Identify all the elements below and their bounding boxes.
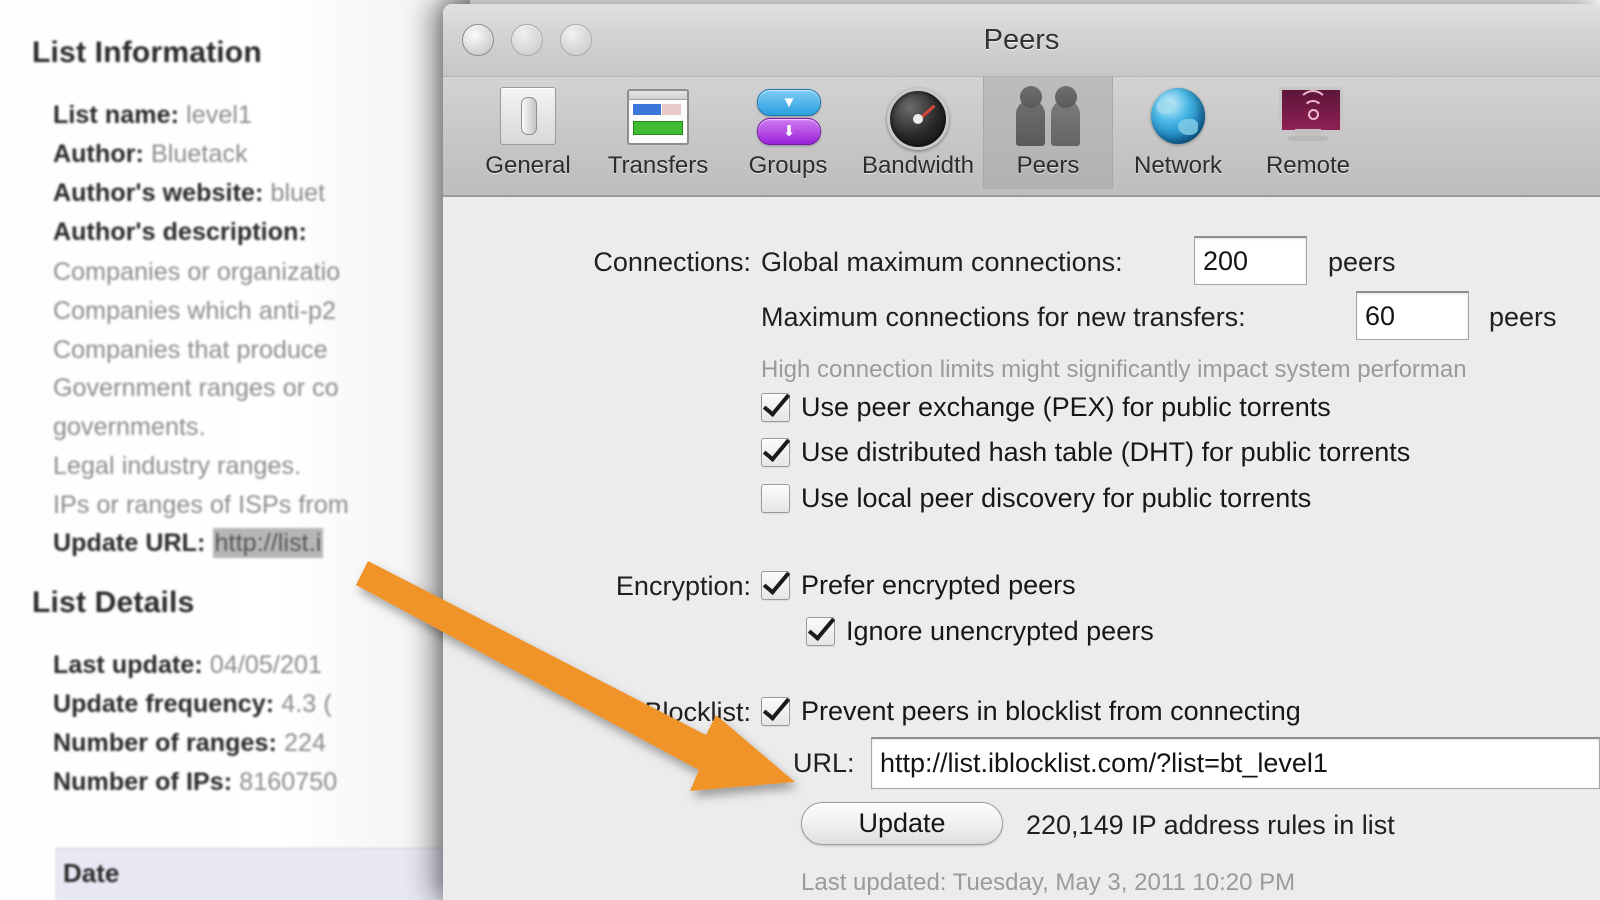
toolbar-item-general[interactable]: General — [463, 77, 593, 189]
dht-checkbox[interactable] — [761, 438, 790, 467]
checkbox-row-prevent-blocklist-peers[interactable]: Prevent peers in blocklist from connecti… — [761, 696, 1301, 727]
prevent-blocklist-peers-label: Prevent peers in blocklist from connecti… — [801, 696, 1301, 726]
bg-row-label: List name: — [53, 101, 180, 129]
bg-row-value: Bluetack — [151, 140, 248, 168]
bg-heading-list-details: List Details — [32, 586, 195, 619]
blocklist-url-input[interactable]: http://list.iblocklist.com/?list=bt_leve… — [871, 737, 1600, 789]
bandwidth-icon — [885, 85, 951, 150]
new-transfers-connections-unit: peers — [1489, 302, 1557, 332]
local-peer-discovery-checkbox-label: Use local peer discovery for public torr… — [801, 483, 1312, 513]
bg-row-list-name: List name: level1 — [53, 101, 252, 130]
bg-row-label: Author's website: — [53, 179, 264, 207]
network-icon — [1145, 85, 1211, 147]
pex-checkbox[interactable] — [761, 393, 790, 422]
screenshot-root: List Information List name: level1 Autho… — [0, 0, 1600, 900]
bg-row-label: Author: — [53, 140, 144, 168]
bg-desc-line: IPs or ranges of ISPs from — [53, 491, 349, 519]
toolbar-item-label: Bandwidth — [861, 152, 975, 179]
toolbar-item-label: General — [485, 152, 571, 179]
bg-desc-line: Government ranges or co — [53, 374, 339, 402]
checkbox-row-ignore-unencrypted[interactable]: Ignore unencrypted peers — [806, 616, 1154, 647]
bg-desc-line: Companies that produce — [53, 336, 328, 364]
checkbox-row-local-peer-discovery[interactable]: Use local peer discovery for public torr… — [761, 483, 1311, 514]
global-max-connections-label: Global maximum connections: — [761, 247, 1123, 277]
local-peer-discovery-checkbox[interactable] — [761, 484, 790, 513]
toolbar-item-groups[interactable]: ▼ ⬇ Groups — [723, 77, 853, 189]
window-titlebar[interactable]: Peers — [443, 4, 1600, 77]
bg-row-number-of-ips: Number of IPs: 8160750 — [53, 768, 337, 797]
bg-row-label: Number of IPs: — [53, 768, 233, 796]
blocklist-update-button[interactable]: Update — [801, 802, 1003, 845]
toolbar-item-network[interactable]: Network — [1113, 77, 1243, 189]
toolbar-item-label: Transfers — [607, 152, 709, 179]
bg-row-author-description: Author's description: — [53, 218, 307, 247]
pex-checkbox-label: Use peer exchange (PEX) for public torre… — [801, 392, 1331, 422]
prevent-blocklist-peers-checkbox[interactable] — [761, 697, 790, 726]
groups-icon: ▼ ⬇ — [755, 85, 821, 147]
bg-row-label: Author's description: — [53, 218, 307, 246]
bg-row-label: Number of ranges: — [53, 729, 277, 757]
bg-row-author-website: Author's website: bluet — [53, 179, 325, 208]
window-title: Peers — [983, 24, 1060, 56]
toolbar-item-bandwidth[interactable]: Bandwidth — [853, 77, 983, 189]
preferences-toolbar: General Transfers ▼ ⬇ Groups Bandwidth P… — [443, 77, 1600, 197]
bg-table-header-date: Date — [63, 858, 120, 888]
toolbar-item-remote[interactable]: Remote — [1243, 77, 1373, 189]
bg-row-label: Update URL: — [53, 529, 206, 557]
checkbox-row-dht[interactable]: Use distributed hash table (DHT) for pub… — [761, 437, 1410, 468]
bg-row-value: 4.3 ( — [281, 690, 332, 718]
blocklist-last-updated: Last updated: Tuesday, May 3, 2011 10:20… — [801, 869, 1296, 896]
ignore-unencrypted-peers-label: Ignore unencrypted peers — [846, 616, 1154, 646]
new-transfers-connections-input[interactable]: 60 — [1356, 291, 1469, 340]
bg-row-update-frequency: Update frequency: 4.3 ( — [53, 690, 332, 719]
checkbox-row-prefer-encrypted[interactable]: Prefer encrypted peers — [761, 570, 1076, 601]
bg-row-author: Author: Bluetack — [53, 140, 248, 169]
blocklist-section-label: Blocklist: — [644, 697, 751, 727]
bg-desc-line: governments. — [53, 413, 206, 441]
global-max-connections-unit: peers — [1328, 247, 1396, 277]
bg-update-url-value-selected: http://list.i — [212, 528, 324, 558]
ignore-unencrypted-peers-checkbox[interactable] — [806, 617, 835, 646]
toolbar-item-label: Remote — [1265, 152, 1351, 179]
transfers-icon — [625, 85, 691, 147]
toolbar-item-label: Network — [1133, 152, 1223, 179]
background-document: List Information List name: level1 Autho… — [0, 0, 470, 900]
general-icon — [495, 85, 561, 147]
connections-section-label: Connections: — [593, 247, 751, 277]
toolbar-item-peers[interactable]: Peers — [983, 77, 1113, 189]
new-transfers-connections-label: Maximum connections for new transfers: — [761, 302, 1246, 332]
bg-table-header-row: Date — [55, 848, 445, 900]
bg-heading-list-information: List Information — [32, 36, 262, 69]
toolbar-item-label: Groups — [748, 152, 828, 179]
bg-desc-line: Companies or organizatio — [53, 258, 341, 286]
global-max-connections-input[interactable]: 200 — [1194, 236, 1307, 285]
prefer-encrypted-peers-checkbox[interactable] — [761, 571, 790, 600]
checkbox-row-pex[interactable]: Use peer exchange (PEX) for public torre… — [761, 392, 1331, 423]
bg-row-label: Update frequency: — [53, 690, 275, 718]
bg-row-value: bluet — [270, 179, 326, 207]
remote-icon — [1275, 85, 1343, 147]
bg-row-value: level1 — [186, 101, 252, 129]
blocklist-rules-status: 220,149 IP address rules in list — [1026, 810, 1395, 840]
toolbar-item-transfers[interactable]: Transfers — [593, 77, 723, 189]
preferences-content: Connections: Global maximum connections:… — [443, 197, 1600, 900]
preferences-window: Peers General Transfers ▼ ⬇ Groups Bandw… — [443, 4, 1600, 900]
bg-row-value: 04/05/201 — [209, 651, 322, 679]
encryption-section-label: Encryption: — [615, 571, 751, 601]
bg-row-last-update: Last update: 04/05/201 — [53, 651, 322, 680]
bg-row-update-url: Update URL: http://list.i — [53, 528, 324, 558]
bg-desc-line: Companies which anti-p2 — [53, 297, 337, 325]
bg-row-label: Last update: — [53, 651, 203, 679]
bg-row-number-of-ranges: Number of ranges: 224 — [53, 729, 326, 758]
connection-limit-hint: High connection limits might significant… — [761, 356, 1467, 383]
bg-desc-line: Legal industry ranges. — [53, 452, 302, 480]
bg-row-value: 8160750 — [239, 768, 338, 796]
dht-checkbox-label: Use distributed hash table (DHT) for pub… — [801, 437, 1411, 467]
blocklist-url-label: URL: — [793, 748, 855, 778]
peers-icon — [1015, 85, 1081, 147]
bg-row-value: 224 — [284, 729, 327, 757]
toolbar-item-label: Peers — [1016, 152, 1080, 179]
prefer-encrypted-peers-label: Prefer encrypted peers — [801, 570, 1076, 600]
